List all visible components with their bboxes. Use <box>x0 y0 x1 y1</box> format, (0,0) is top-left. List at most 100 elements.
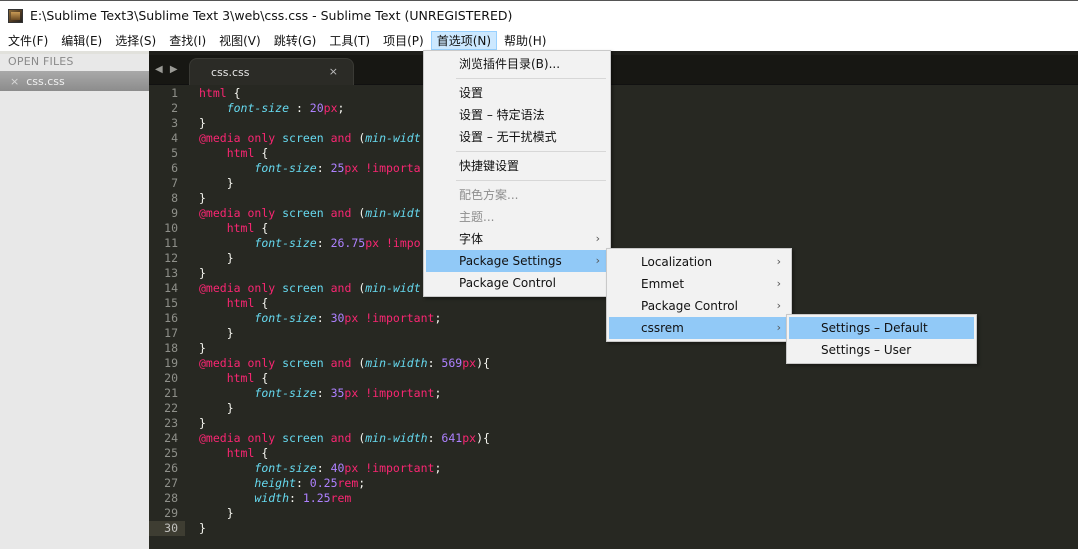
menu-preferences[interactable]: 首选项(N) <box>430 31 498 50</box>
line-number: 11 <box>164 236 178 250</box>
menu-item-theme: 主题... <box>459 210 495 224</box>
code-line: } <box>199 191 206 205</box>
code-line: font-size: 35px !important; <box>254 386 442 400</box>
code-line: } <box>199 116 206 130</box>
menu-find[interactable]: 查找(I) <box>163 31 212 50</box>
menu-item-key-bindings[interactable]: 快捷键设置 <box>426 155 608 177</box>
menu-item-settings[interactable]: 设置 <box>426 82 608 104</box>
code-line: html { <box>226 221 269 235</box>
chevron-right-icon: › <box>776 255 781 268</box>
chevron-right-icon: › <box>595 254 600 267</box>
submenu-item-localization[interactable]: Localization › <box>609 251 789 273</box>
code-line: } <box>226 176 234 190</box>
menu-item-label: Package Settings <box>459 254 562 268</box>
line-number: 10 <box>164 221 178 235</box>
menu-item-label: cssrem <box>641 321 684 335</box>
menu-goto[interactable]: 跳转(G) <box>268 31 323 50</box>
code-line: html { <box>226 446 269 460</box>
chevron-right-icon: › <box>595 232 600 245</box>
line-number: 12 <box>164 251 178 265</box>
line-number: 30 <box>149 521 185 536</box>
line-number: 19 <box>164 356 178 370</box>
tab-navigation-arrows-icon[interactable]: ◀ ▶ <box>155 64 180 75</box>
submenu-item-emmet[interactable]: Emmet › <box>609 273 789 295</box>
line-number: 21 <box>164 386 178 400</box>
menu-item-settings-distraction-free[interactable]: 设置 – 无干扰模式 <box>426 126 608 148</box>
window-title: E:\Sublime Text3\Sublime Text 3\web\css.… <box>30 8 513 23</box>
menu-item-package-settings[interactable]: Package Settings › <box>426 250 608 272</box>
code-line: } <box>226 401 234 415</box>
menu-item-color-scheme: 配色方案... <box>459 188 519 202</box>
line-number: 8 <box>171 191 178 205</box>
code-line: width: 1.25rem <box>254 491 352 505</box>
line-number-gutter: 1 2 3 4 5 6 7 8 9 10 11 12 13 14 15 16 17 18 19 20 21 22 23 24 2… <box>149 86 185 536</box>
line-number: 20 <box>164 371 178 385</box>
tab-bar: ◀ ▶ css.css × <box>149 51 1078 85</box>
code-line: font-size: 40px !important; <box>254 461 442 475</box>
sidebar: OPEN FILES × css.css <box>0 51 149 549</box>
submenu-item-settings-user[interactable]: Settings – User <box>789 339 974 361</box>
menu-item-label: Localization <box>641 255 713 269</box>
code-line: font-size: 25px !importa <box>254 161 421 175</box>
menu-separator <box>456 151 606 152</box>
line-number: 23 <box>164 416 178 430</box>
line-number: 17 <box>164 326 178 340</box>
code-line: html { <box>199 86 241 100</box>
preferences-menu: 浏览插件目录(B)... 设置 设置 – 特定语法 设置 – 无干扰模式 快捷键… <box>423 50 611 297</box>
menu-view[interactable]: 视图(V) <box>213 31 267 50</box>
close-icon[interactable]: × <box>329 65 338 78</box>
line-number: 6 <box>171 161 178 175</box>
chevron-right-icon: › <box>776 321 781 334</box>
open-files-header: OPEN FILES <box>8 55 74 68</box>
menu-item-settings-syntax-specific[interactable]: 设置 – 特定语法 <box>426 104 608 126</box>
menu-help[interactable]: 帮助(H) <box>498 31 552 50</box>
code-line: @media only screen and (min-width: 641px… <box>199 431 490 445</box>
title-bar: E:\Sublime Text3\Sublime Text 3\web\css.… <box>0 0 1078 30</box>
code-line: html { <box>226 371 269 385</box>
chevron-right-icon: › <box>776 299 781 312</box>
menu-item-package-control[interactable]: Package Control <box>426 272 608 294</box>
chevron-right-icon: › <box>776 277 781 290</box>
line-number: 7 <box>171 176 178 190</box>
line-number: 26 <box>164 461 178 475</box>
code-line: } <box>199 521 206 535</box>
close-icon[interactable]: × <box>10 75 19 88</box>
line-number: 25 <box>164 446 178 460</box>
menu-item-browse-packages[interactable]: 浏览插件目录(B)... <box>426 53 608 75</box>
line-number: 24 <box>164 431 178 445</box>
menu-separator <box>456 78 606 79</box>
submenu-item-settings-default[interactable]: Settings – Default <box>789 317 974 339</box>
menu-bar: 文件(F) 编辑(E) 选择(S) 查找(I) 视图(V) 跳转(G) 工具(T… <box>0 30 1078 51</box>
menu-tools[interactable]: 工具(T) <box>323 31 376 50</box>
code-line: @media only screen and (min-widt <box>199 206 421 220</box>
line-number: 14 <box>164 281 178 295</box>
menu-item-label: Package Control <box>641 299 738 313</box>
sidebar-file-name: css.css <box>26 74 65 88</box>
line-number: 13 <box>164 266 178 280</box>
line-number: 5 <box>171 146 178 160</box>
tab-label: css.css <box>211 65 250 79</box>
menu-file[interactable]: 文件(F) <box>2 31 54 50</box>
sidebar-file-item[interactable]: × css.css <box>0 71 149 91</box>
line-number: 1 <box>171 86 178 100</box>
menu-item-label: 字体 <box>459 232 484 246</box>
package-settings-submenu: Localization › Emmet › Package Control ›… <box>606 248 792 342</box>
code-line: @media only screen and (min-widt <box>199 131 421 145</box>
menu-separator <box>456 180 606 181</box>
line-number: 28 <box>164 491 178 505</box>
line-number: 9 <box>171 206 178 220</box>
line-number: 18 <box>164 341 178 355</box>
line-number: 27 <box>164 476 178 490</box>
line-number: 3 <box>171 116 178 130</box>
line-number: 29 <box>164 506 178 520</box>
menu-edit[interactable]: 编辑(E) <box>55 31 108 50</box>
code-line: } <box>199 416 206 430</box>
line-number: 15 <box>164 296 178 310</box>
menu-item-font[interactable]: 字体 › <box>426 228 608 250</box>
tab-css-css[interactable]: css.css × <box>189 58 354 85</box>
submenu-item-package-control[interactable]: Package Control › <box>609 295 789 317</box>
menu-project[interactable]: 项目(P) <box>377 31 430 50</box>
menu-selection[interactable]: 选择(S) <box>109 31 162 50</box>
line-number: 22 <box>164 401 178 415</box>
submenu-item-cssrem[interactable]: cssrem › <box>609 317 789 339</box>
